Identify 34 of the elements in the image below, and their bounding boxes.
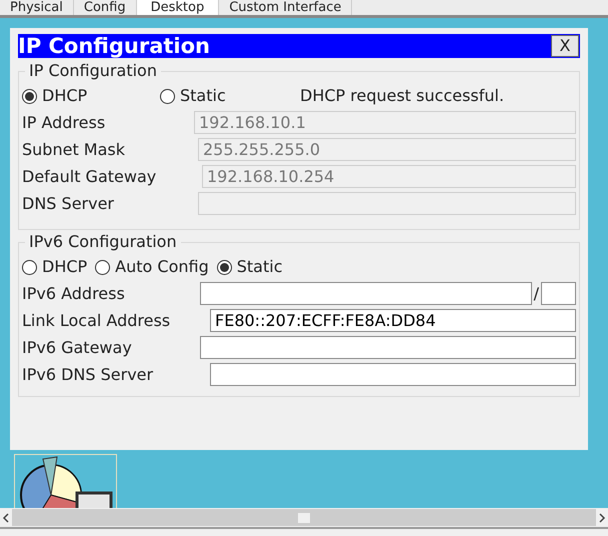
radio-label: DHCP [42, 256, 88, 278]
radio-label: DHCP [42, 85, 88, 107]
field-label: IPv6 Gateway [22, 336, 133, 358]
field-label: IPv6 Address [22, 282, 126, 304]
slash-separator: / [532, 282, 540, 304]
field-label: IPv6 DNS Server [22, 364, 154, 386]
group-legend: IPv6 Configuration [25, 232, 181, 252]
field-label: Link Local Address [22, 310, 172, 332]
radio-label: Auto Config [115, 256, 209, 278]
dialog-title: IP Configuration [18, 34, 210, 58]
scroll-left-icon[interactable] [2, 512, 10, 522]
prefix-length-field[interactable] [541, 282, 576, 305]
field-label: DNS Server [22, 192, 115, 214]
field-label: IP Address [22, 112, 106, 134]
radio-label: Static [180, 85, 226, 107]
field-label: Subnet Mask [22, 138, 126, 160]
field-label: Default Gateway [22, 166, 158, 188]
input-field[interactable] [210, 363, 576, 386]
radio-button[interactable] [216, 260, 232, 274]
radio-button[interactable] [160, 88, 175, 104]
scroll-thumb[interactable] [298, 512, 310, 522]
radio-button[interactable] [22, 260, 37, 274]
tab[interactable]: Desktop [136, 0, 220, 15]
close-button[interactable]: X [551, 35, 579, 57]
input-field[interactable]: FE80::207:ECFF:FE8A:DD84 [210, 309, 576, 332]
radio-button[interactable] [95, 260, 110, 274]
input-field[interactable] [200, 282, 532, 305]
input-field[interactable] [200, 336, 576, 359]
radio-label: Static [236, 256, 282, 278]
status-message: DHCP request successful. [300, 85, 504, 107]
group-legend: IP Configuration [25, 61, 161, 81]
horizontal-scrollbar[interactable] [0, 508, 608, 527]
radio-button[interactable] [22, 88, 37, 104]
scroll-right-icon[interactable] [598, 512, 606, 522]
